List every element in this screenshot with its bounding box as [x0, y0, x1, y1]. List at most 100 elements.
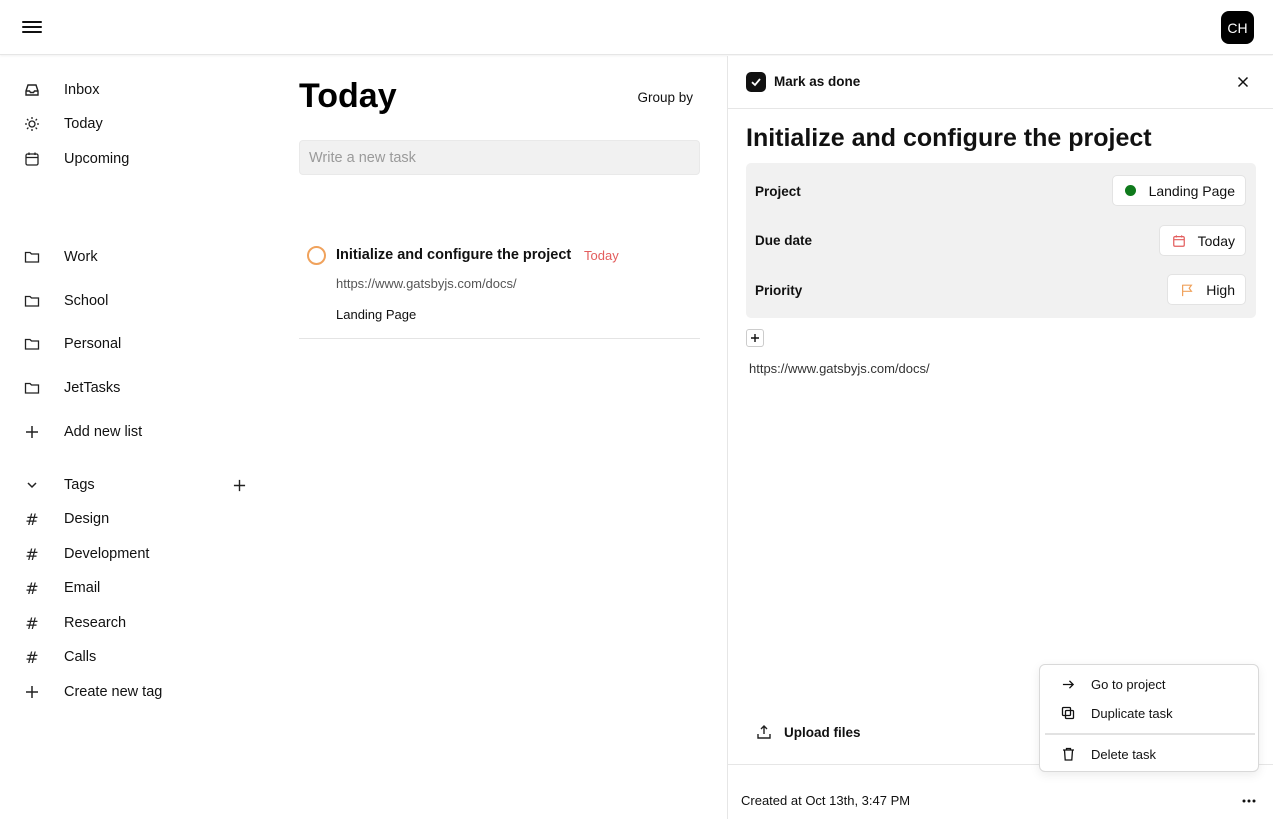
- sidebar-item-today[interactable]: Today: [22, 111, 103, 137]
- add-tag-button[interactable]: [229, 475, 249, 495]
- priority-label: Priority: [755, 283, 803, 298]
- hash-icon: #: [25, 578, 39, 598]
- trash-icon: [1060, 746, 1076, 762]
- chevron-down-icon: [22, 475, 42, 495]
- add-list-label: Add new list: [64, 424, 143, 440]
- plus-icon: [751, 334, 759, 342]
- duplicate-task-item[interactable]: Duplicate task: [1040, 700, 1258, 726]
- task-item[interactable]: Initialize and configure the project Tod…: [299, 231, 700, 339]
- flag-icon: [1182, 284, 1193, 296]
- page-title: Today: [299, 77, 397, 115]
- add-field-button[interactable]: [746, 329, 764, 347]
- sidebar-tag-research[interactable]: # Research: [22, 610, 126, 636]
- copy-icon: [1060, 705, 1076, 721]
- hash-icon: #: [25, 509, 39, 529]
- sidebar-item-label: Upcoming: [64, 151, 130, 167]
- detail-footer: Created at Oct 13th, 3:47 PM: [728, 764, 1273, 819]
- calendar-icon: [22, 149, 42, 169]
- task-checkbox[interactable]: [307, 246, 326, 265]
- more-options-button[interactable]: [1238, 791, 1260, 811]
- project-select[interactable]: Landing Page: [1111, 175, 1246, 206]
- more-horizontal-icon: [1242, 799, 1256, 803]
- mark-done-button[interactable]: Mark as done: [774, 74, 860, 89]
- upload-files-button[interactable]: Upload files: [756, 722, 861, 742]
- sidebar-item-label: Work: [64, 249, 98, 265]
- due-date-label: Due date: [755, 233, 813, 248]
- calendar-icon: [1172, 234, 1185, 247]
- priority-value: High: [1206, 281, 1235, 298]
- sidebar-item-label: Research: [64, 615, 127, 631]
- upload-files-label: Upload files: [784, 724, 861, 740]
- hash-icon: #: [25, 613, 39, 633]
- go-to-project-item[interactable]: Go to project: [1040, 671, 1258, 697]
- detail-title[interactable]: Initialize and configure the project: [746, 124, 1152, 153]
- folder-icon: [22, 378, 42, 398]
- plus-icon: [22, 422, 42, 442]
- check-icon: [751, 78, 761, 87]
- sidebar-list-jettasks[interactable]: JetTasks: [22, 375, 120, 401]
- menu-item-label: Go to project: [1091, 676, 1166, 692]
- sidebar-tag-calls[interactable]: # Calls: [22, 644, 96, 670]
- due-date-select[interactable]: Today: [1158, 225, 1246, 256]
- sidebar-list-school[interactable]: School: [22, 288, 108, 314]
- task-due-date: Today: [584, 248, 619, 263]
- plus-icon: [233, 479, 245, 491]
- sidebar-item-label: JetTasks: [64, 380, 121, 396]
- main-panel: Today Group by Initialize and configure …: [299, 56, 701, 819]
- sidebar-tag-email[interactable]: # Email: [22, 575, 100, 601]
- sidebar-item-label: Development: [64, 546, 150, 562]
- sidebar-item-label: Inbox: [64, 82, 100, 98]
- project-label: Project: [755, 184, 801, 199]
- create-tag-button[interactable]: Create new tag: [22, 679, 162, 705]
- sun-icon: [22, 114, 42, 134]
- sidebar-list-personal[interactable]: Personal: [22, 331, 121, 357]
- task-link: https://www.gatsbyjs.com/docs/: [336, 276, 517, 291]
- sidebar-tag-design[interactable]: # Design: [22, 506, 109, 532]
- new-task-input[interactable]: [299, 140, 700, 175]
- close-icon: [1237, 76, 1249, 88]
- tags-toggle[interactable]: Tags: [22, 472, 95, 498]
- menu-divider: [1045, 733, 1255, 735]
- due-date-value: Today: [1197, 232, 1235, 249]
- sidebar-item-upcoming[interactable]: Upcoming: [22, 146, 129, 172]
- sidebar-item-label: Personal: [64, 336, 122, 352]
- menu-item-label: Duplicate task: [1091, 705, 1173, 721]
- sidebar-item-label: Email: [64, 580, 101, 596]
- top-bar: CH: [0, 0, 1273, 55]
- folder-icon: [22, 247, 42, 267]
- upload-icon: [757, 725, 771, 739]
- sidebar-item-label: Design: [64, 511, 110, 527]
- plus-icon: [22, 682, 42, 702]
- close-button[interactable]: [1233, 72, 1253, 92]
- menu-icon[interactable]: [22, 18, 42, 36]
- hash-icon: #: [25, 544, 39, 564]
- menu-item-label: Delete task: [1091, 746, 1157, 762]
- mark-done-checkbox[interactable]: [746, 72, 766, 92]
- inbox-icon: [22, 80, 42, 100]
- project-color-dot: [1124, 185, 1136, 196]
- sidebar-list-work[interactable]: Work: [22, 244, 98, 270]
- priority-select[interactable]: High: [1167, 274, 1246, 305]
- add-list-button[interactable]: Add new list: [22, 419, 142, 445]
- sidebar-item-inbox[interactable]: Inbox: [22, 77, 99, 103]
- arrow-right-icon: [1060, 676, 1076, 692]
- project-value: Landing Page: [1148, 182, 1235, 199]
- sidebar-item-label: School: [64, 293, 109, 309]
- sidebar-item-label: Today: [64, 116, 103, 132]
- group-by-button[interactable]: Group by: [637, 90, 693, 105]
- task-title: Initialize and configure the project: [336, 247, 572, 263]
- create-tag-label: Create new tag: [64, 684, 163, 700]
- sidebar-tag-development[interactable]: # Development: [22, 541, 149, 567]
- task-properties: Project Landing Page Due date Today Prio…: [746, 163, 1256, 318]
- folder-icon: [22, 334, 42, 354]
- delete-task-item[interactable]: Delete task: [1040, 741, 1258, 767]
- detail-header: Mark as done: [728, 56, 1273, 109]
- task-description[interactable]: https://www.gatsbyjs.com/docs/: [749, 361, 930, 376]
- sidebar-item-label: Calls: [64, 649, 97, 665]
- tags-header: Tags: [64, 477, 95, 493]
- folder-icon: [22, 291, 42, 311]
- hash-icon: #: [25, 647, 39, 667]
- task-context-menu: Go to project Duplicate task Delete task: [1039, 664, 1259, 772]
- avatar[interactable]: CH: [1221, 11, 1254, 44]
- sidebar: Inbox Today Upcoming Work School Persona…: [0, 56, 290, 819]
